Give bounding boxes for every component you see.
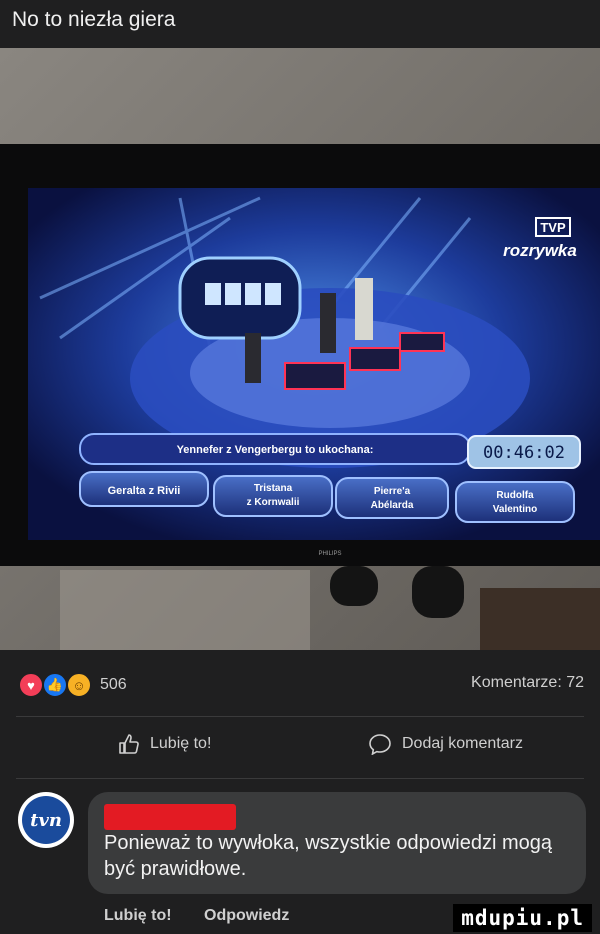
- post-title: No to niezła giera: [12, 8, 176, 31]
- like-button[interactable]: Lubię to!: [118, 733, 211, 755]
- reactions-bar[interactable]: ♥ 👍 ☺ 506: [18, 672, 127, 698]
- timer-text: 00:46:02: [483, 443, 565, 463]
- answer-a: Geralta z Rivii: [108, 485, 181, 497]
- channel-logo-bottom: rozrywka: [503, 241, 577, 260]
- answer-b-line2: z Kornwalii: [247, 497, 300, 508]
- answer-c-line2: Abélarda: [371, 500, 414, 511]
- comment-actions: Lubię to! Odpowiedz: [104, 907, 317, 925]
- tvn-logo-icon: tvn: [22, 796, 70, 844]
- answer-b-line1: Tristana: [254, 483, 293, 494]
- tv-brand: PHILIPS: [318, 551, 341, 557]
- comment-reply-button[interactable]: Odpowiedz: [204, 907, 289, 924]
- love-icon: ♥: [18, 672, 44, 698]
- question-text: Yennefer z Vengerbergu to ukochana:: [177, 444, 374, 456]
- divider: [16, 716, 584, 717]
- answer-c-line1: Pierre'a: [374, 486, 411, 497]
- comment-text: Ponieważ to wywłoka, wszystkie odpowiedz…: [104, 832, 552, 880]
- redacted-author-name: [104, 804, 236, 830]
- reaction-count: 506: [100, 676, 127, 693]
- comments-count[interactable]: Komentarze: 72: [471, 674, 584, 692]
- like-button-label: Lubię to!: [150, 735, 212, 752]
- add-comment-label: Dodaj komentarz: [402, 735, 523, 752]
- watermark: mdupiu.pl: [453, 904, 592, 932]
- like-icon: 👍: [42, 672, 68, 698]
- divider: [16, 778, 584, 779]
- comment-icon: [369, 734, 391, 755]
- avatar[interactable]: tvn: [18, 792, 74, 848]
- add-comment-button[interactable]: Dodaj komentarz: [368, 733, 523, 755]
- comment-bubble[interactable]: Ponieważ to wywłoka, wszystkie odpowiedz…: [88, 792, 586, 894]
- comment-like-button[interactable]: Lubię to!: [104, 907, 172, 924]
- post-photo[interactable]: TVP rozrywka Yennefer z Vengerbergu to u…: [0, 48, 600, 650]
- answer-d-line1: Rudolfa: [496, 490, 534, 501]
- thumbs-up-icon: [119, 734, 139, 754]
- haha-icon: ☺: [66, 672, 92, 698]
- channel-logo-top: TVP: [540, 220, 566, 235]
- answer-d-line2: Valentino: [493, 504, 537, 515]
